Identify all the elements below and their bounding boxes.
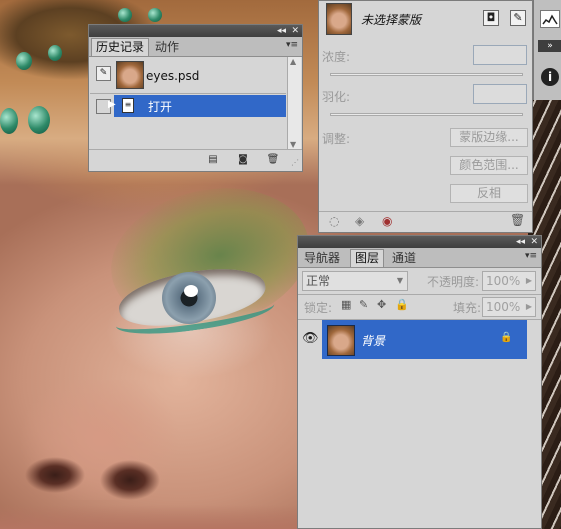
- layers-titlebar: ◂◂ ✕: [298, 236, 541, 248]
- masks-panel: 未选择蒙版 ◘ ✎ 浓度: 羽化: 调整: 蒙版边缘... 颜色范围... 反相…: [318, 0, 533, 233]
- collapse-arrows-icon[interactable]: »: [538, 40, 561, 52]
- lock-move-icon[interactable]: ✥: [377, 298, 386, 311]
- chevron-down-icon: ▼: [396, 276, 403, 285]
- panel-menu-icon[interactable]: ▾≡: [286, 40, 298, 50]
- load-selection-icon[interactable]: ◌: [329, 214, 339, 228]
- history-tabs: 历史记录 动作 ▾≡: [89, 37, 302, 57]
- snapshot-thumbnail: [116, 61, 144, 89]
- eye-highlight: [184, 285, 198, 297]
- visibility-eye-icon[interactable]: 👁: [302, 331, 319, 346]
- layer-thumbnail: [327, 325, 355, 356]
- opacity-value: 100%: [486, 274, 521, 288]
- history-scrollbar[interactable]: ▲ ▼: [287, 57, 301, 149]
- invert-button[interactable]: 反相: [450, 184, 528, 203]
- histogram-icon[interactable]: [540, 10, 560, 28]
- tab-navigator[interactable]: 导航器: [300, 250, 344, 267]
- green-gem: [118, 8, 132, 22]
- info-icon[interactable]: i: [541, 68, 559, 86]
- green-gem: [28, 106, 50, 134]
- tab-channels[interactable]: 通道: [388, 250, 420, 267]
- feather-slider[interactable]: [330, 113, 523, 116]
- snapshot-name: eyes.psd: [146, 69, 200, 83]
- lock-brush-icon[interactable]: ✎: [359, 298, 368, 311]
- tab-history[interactable]: 历史记录: [91, 38, 150, 56]
- refine-label: 调整:: [322, 132, 351, 146]
- nose: [10, 380, 180, 500]
- history-step-label: 打开: [148, 100, 173, 114]
- density-label: 浓度:: [322, 50, 351, 64]
- history-step-highlight: [114, 95, 286, 117]
- trash-icon[interactable]: 🗑: [266, 154, 280, 166]
- history-panel: ◂◂ ✕ 历史记录 动作 ▾≡ ✎ eyes.psd ▶ ≡ 打开 ▲ ▼ ▤ …: [88, 24, 303, 172]
- scroll-up-arrow-icon[interactable]: ▲: [290, 57, 296, 66]
- tab-actions[interactable]: 动作: [151, 39, 183, 56]
- green-gem: [0, 108, 18, 134]
- divider: [298, 294, 541, 295]
- collapse-icon[interactable]: ◂◂: [516, 236, 525, 248]
- blend-mode-value: 正常: [306, 274, 331, 288]
- chevron-right-icon: ▶: [525, 302, 532, 311]
- layers-panel: ◂◂ ✕ 导航器 图层 通道 ▾≡ 正常 ▼ 不透明度: 100% ▶ 锁定: …: [297, 235, 542, 529]
- collapse-icon[interactable]: ◂◂: [277, 25, 286, 37]
- panel-menu-icon[interactable]: ▾≡: [525, 251, 537, 261]
- history-state-marker-icon[interactable]: ▶: [108, 99, 116, 110]
- feather-label: 羽化:: [322, 90, 351, 104]
- green-gem: [148, 8, 162, 22]
- toggle-mask-eye-icon[interactable]: ◉: [382, 214, 392, 228]
- layer-row[interactable]: 👁 背景 🔒: [299, 320, 540, 359]
- history-brush-icon[interactable]: ✎: [96, 66, 111, 81]
- scroll-down-arrow-icon[interactable]: ▼: [290, 140, 296, 149]
- density-field[interactable]: [473, 45, 527, 65]
- open-document-icon: ≡: [122, 98, 134, 113]
- mask-title: 未选择蒙版: [361, 13, 422, 27]
- new-document-from-state-icon[interactable]: ▤: [206, 154, 220, 166]
- green-gem: [16, 52, 32, 70]
- mask-thumbnail: [326, 3, 352, 35]
- tab-layers[interactable]: 图层: [350, 249, 385, 267]
- fill-value: 100%: [486, 300, 521, 314]
- opacity-label: 不透明度:: [427, 275, 480, 289]
- color-range-button[interactable]: 颜色范围...: [450, 156, 528, 175]
- upper-lip: [0, 505, 300, 529]
- divider: [90, 93, 286, 94]
- lock-transparency-icon[interactable]: ▦: [341, 298, 351, 311]
- vector-mask-button[interactable]: ✎: [510, 10, 526, 26]
- close-icon[interactable]: ✕: [530, 236, 538, 248]
- new-snapshot-icon[interactable]: ◙: [236, 154, 250, 166]
- panel-dock-rail: » i: [533, 0, 561, 100]
- divider: [319, 211, 532, 212]
- pixel-mask-button[interactable]: ◘: [483, 10, 499, 26]
- fill-field[interactable]: 100% ▶: [482, 297, 536, 317]
- lock-label: 锁定:: [304, 301, 333, 315]
- mask-edge-button[interactable]: 蒙版边缘...: [450, 128, 528, 147]
- density-slider[interactable]: [330, 73, 523, 76]
- green-gem: [48, 45, 62, 61]
- history-snapshot-row[interactable]: ✎ eyes.psd: [90, 57, 286, 93]
- history-titlebar: ◂◂ ✕: [89, 25, 302, 37]
- divider: [89, 149, 302, 150]
- apply-mask-icon[interactable]: ◈: [355, 214, 364, 228]
- lock-all-icon[interactable]: 🔒: [395, 298, 409, 311]
- history-step-row[interactable]: ▶ ≡ 打开: [90, 95, 286, 117]
- layers-tabs: 导航器 图层 通道 ▾≡: [298, 248, 541, 268]
- opacity-field[interactable]: 100% ▶: [482, 271, 536, 291]
- feather-field[interactable]: [473, 84, 527, 104]
- layer-lock-icon: 🔒: [500, 332, 513, 343]
- fill-label: 填充:: [453, 301, 482, 315]
- chevron-right-icon: ▶: [525, 276, 532, 285]
- close-icon[interactable]: ✕: [291, 25, 299, 37]
- layer-name: 背景: [361, 334, 386, 348]
- resize-grip-icon[interactable]: ⋰: [288, 157, 302, 169]
- blend-mode-select[interactable]: 正常 ▼: [302, 271, 408, 291]
- trash-icon[interactable]: 🗑: [510, 213, 525, 227]
